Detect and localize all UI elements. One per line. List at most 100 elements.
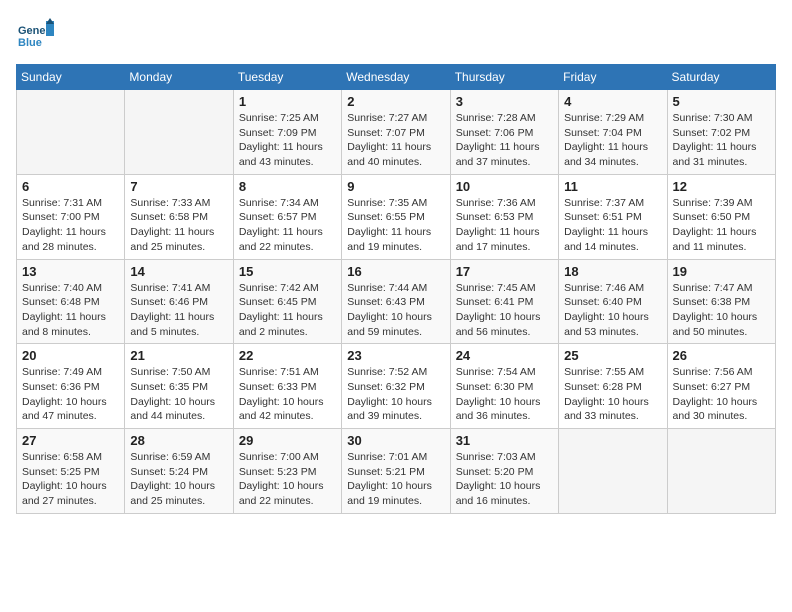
calendar-cell: 11 Sunrise: 7:37 AMSunset: 6:51 PMDayligh… <box>559 174 667 259</box>
calendar-cell: 29 Sunrise: 7:00 AMSunset: 5:23 PMDayligh… <box>233 429 341 514</box>
calendar-cell: 16 Sunrise: 7:44 AMSunset: 6:43 PMDayligh… <box>342 259 450 344</box>
day-number: 11 <box>564 179 661 194</box>
day-number: 14 <box>130 264 227 279</box>
calendar-cell: 18 Sunrise: 7:46 AMSunset: 6:40 PMDayligh… <box>559 259 667 344</box>
header-day-tuesday: Tuesday <box>233 65 341 90</box>
day-number: 7 <box>130 179 227 194</box>
calendar-cell: 30Sunrise: 7:01 AMSunset: 5:21 PMDayligh… <box>342 429 450 514</box>
day-number: 26 <box>673 348 770 363</box>
header-day-monday: Monday <box>125 65 233 90</box>
calendar-cell: 2Sunrise: 7:27 AMSunset: 7:07 PMDaylight… <box>342 90 450 175</box>
calendar-cell: 7 Sunrise: 7:33 AMSunset: 6:58 PMDaylight… <box>125 174 233 259</box>
day-number: 2 <box>347 94 444 109</box>
calendar-cell: 19 Sunrise: 7:47 AMSunset: 6:38 PMDayligh… <box>667 259 775 344</box>
calendar-cell <box>17 90 125 175</box>
day-info: Sunrise: 7:31 AMSunset: 7:00 PMDaylight:… <box>22 196 119 255</box>
page-header: General Blue <box>16 16 776 54</box>
header-day-friday: Friday <box>559 65 667 90</box>
day-info: Sunrise: 7:45 AMSunset: 6:41 PMDaylight:… <box>456 281 553 340</box>
calendar-cell: 3 Sunrise: 7:28 AMSunset: 7:06 PMDaylight… <box>450 90 558 175</box>
day-number: 24 <box>456 348 553 363</box>
day-number: 29 <box>239 433 336 448</box>
day-number: 4 <box>564 94 661 109</box>
header-day-saturday: Saturday <box>667 65 775 90</box>
day-info: Sunrise: 7:56 AMSunset: 6:27 PMDaylight:… <box>673 365 770 424</box>
day-info: Sunrise: 7:49 AMSunset: 6:36 PMDaylight:… <box>22 365 119 424</box>
calendar-week-2: 6 Sunrise: 7:31 AMSunset: 7:00 PMDaylight… <box>17 174 776 259</box>
day-number: 18 <box>564 264 661 279</box>
calendar-cell: 6 Sunrise: 7:31 AMSunset: 7:00 PMDaylight… <box>17 174 125 259</box>
day-info: Sunrise: 7:25 AMSunset: 7:09 PMDaylight:… <box>239 111 336 170</box>
calendar-cell: 8 Sunrise: 7:34 AMSunset: 6:57 PMDaylight… <box>233 174 341 259</box>
day-info: Sunrise: 7:55 AMSunset: 6:28 PMDaylight:… <box>564 365 661 424</box>
day-number: 27 <box>22 433 119 448</box>
logo: General Blue <box>16 16 58 54</box>
day-info: Sunrise: 6:58 AMSunset: 5:25 PMDaylight:… <box>22 450 119 509</box>
calendar-cell: 1 Sunrise: 7:25 AMSunset: 7:09 PMDaylight… <box>233 90 341 175</box>
day-info: Sunrise: 7:03 AMSunset: 5:20 PMDaylight:… <box>456 450 553 509</box>
day-info: Sunrise: 7:52 AMSunset: 6:32 PMDaylight:… <box>347 365 444 424</box>
calendar-cell: 13Sunrise: 7:40 AMSunset: 6:48 PMDayligh… <box>17 259 125 344</box>
day-info: Sunrise: 7:50 AMSunset: 6:35 PMDaylight:… <box>130 365 227 424</box>
day-number: 5 <box>673 94 770 109</box>
calendar-cell <box>125 90 233 175</box>
calendar-cell: 22 Sunrise: 7:51 AMSunset: 6:33 PMDayligh… <box>233 344 341 429</box>
calendar-week-1: 1 Sunrise: 7:25 AMSunset: 7:09 PMDaylight… <box>17 90 776 175</box>
day-info: Sunrise: 7:44 AMSunset: 6:43 PMDaylight:… <box>347 281 444 340</box>
calendar-cell: 9 Sunrise: 7:35 AMSunset: 6:55 PMDaylight… <box>342 174 450 259</box>
calendar-body: 1 Sunrise: 7:25 AMSunset: 7:09 PMDaylight… <box>17 90 776 514</box>
day-number: 15 <box>239 264 336 279</box>
day-number: 3 <box>456 94 553 109</box>
day-info: Sunrise: 6:59 AMSunset: 5:24 PMDaylight:… <box>130 450 227 509</box>
day-number: 1 <box>239 94 336 109</box>
calendar-cell: 24 Sunrise: 7:54 AMSunset: 6:30 PMDayligh… <box>450 344 558 429</box>
day-number: 25 <box>564 348 661 363</box>
calendar-cell: 10 Sunrise: 7:36 AMSunset: 6:53 PMDayligh… <box>450 174 558 259</box>
day-number: 23 <box>347 348 444 363</box>
day-number: 8 <box>239 179 336 194</box>
calendar-cell: 25 Sunrise: 7:55 AMSunset: 6:28 PMDayligh… <box>559 344 667 429</box>
day-info: Sunrise: 7:29 AMSunset: 7:04 PMDaylight:… <box>564 111 661 170</box>
calendar-cell: 12 Sunrise: 7:39 AMSunset: 6:50 PMDayligh… <box>667 174 775 259</box>
calendar-table: SundayMondayTuesdayWednesdayThursdayFrid… <box>16 64 776 514</box>
calendar-cell: 27 Sunrise: 6:58 AMSunset: 5:25 PMDayligh… <box>17 429 125 514</box>
day-info: Sunrise: 7:33 AMSunset: 6:58 PMDaylight:… <box>130 196 227 255</box>
day-info: Sunrise: 7:00 AMSunset: 5:23 PMDaylight:… <box>239 450 336 509</box>
day-info: Sunrise: 7:41 AMSunset: 6:46 PMDaylight:… <box>130 281 227 340</box>
calendar-cell: 15 Sunrise: 7:42 AMSunset: 6:45 PMDayligh… <box>233 259 341 344</box>
day-info: Sunrise: 7:36 AMSunset: 6:53 PMDaylight:… <box>456 196 553 255</box>
calendar-cell: 4 Sunrise: 7:29 AMSunset: 7:04 PMDaylight… <box>559 90 667 175</box>
day-info: Sunrise: 7:30 AMSunset: 7:02 PMDaylight:… <box>673 111 770 170</box>
calendar-cell: 31 Sunrise: 7:03 AMSunset: 5:20 PMDayligh… <box>450 429 558 514</box>
day-number: 9 <box>347 179 444 194</box>
day-number: 6 <box>22 179 119 194</box>
day-info: Sunrise: 7:54 AMSunset: 6:30 PMDaylight:… <box>456 365 553 424</box>
calendar-cell <box>667 429 775 514</box>
header-day-wednesday: Wednesday <box>342 65 450 90</box>
day-info: Sunrise: 7:01 AMSunset: 5:21 PMDaylight:… <box>347 450 444 509</box>
day-info: Sunrise: 7:51 AMSunset: 6:33 PMDaylight:… <box>239 365 336 424</box>
day-number: 21 <box>130 348 227 363</box>
day-number: 31 <box>456 433 553 448</box>
day-info: Sunrise: 7:42 AMSunset: 6:45 PMDaylight:… <box>239 281 336 340</box>
day-info: Sunrise: 7:28 AMSunset: 7:06 PMDaylight:… <box>456 111 553 170</box>
day-number: 10 <box>456 179 553 194</box>
day-number: 22 <box>239 348 336 363</box>
day-info: Sunrise: 7:47 AMSunset: 6:38 PMDaylight:… <box>673 281 770 340</box>
day-info: Sunrise: 7:34 AMSunset: 6:57 PMDaylight:… <box>239 196 336 255</box>
day-info: Sunrise: 7:37 AMSunset: 6:51 PMDaylight:… <box>564 196 661 255</box>
day-number: 12 <box>673 179 770 194</box>
day-info: Sunrise: 7:46 AMSunset: 6:40 PMDaylight:… <box>564 281 661 340</box>
calendar-week-3: 13Sunrise: 7:40 AMSunset: 6:48 PMDayligh… <box>17 259 776 344</box>
calendar-cell: 21 Sunrise: 7:50 AMSunset: 6:35 PMDayligh… <box>125 344 233 429</box>
day-number: 19 <box>673 264 770 279</box>
calendar-cell: 23 Sunrise: 7:52 AMSunset: 6:32 PMDayligh… <box>342 344 450 429</box>
day-number: 17 <box>456 264 553 279</box>
svg-text:Blue: Blue <box>18 37 42 49</box>
calendar-cell: 20Sunrise: 7:49 AMSunset: 6:36 PMDayligh… <box>17 344 125 429</box>
calendar-header-row: SundayMondayTuesdayWednesdayThursdayFrid… <box>17 65 776 90</box>
day-info: Sunrise: 7:39 AMSunset: 6:50 PMDaylight:… <box>673 196 770 255</box>
calendar-week-5: 27 Sunrise: 6:58 AMSunset: 5:25 PMDayligh… <box>17 429 776 514</box>
day-info: Sunrise: 7:35 AMSunset: 6:55 PMDaylight:… <box>347 196 444 255</box>
day-number: 16 <box>347 264 444 279</box>
